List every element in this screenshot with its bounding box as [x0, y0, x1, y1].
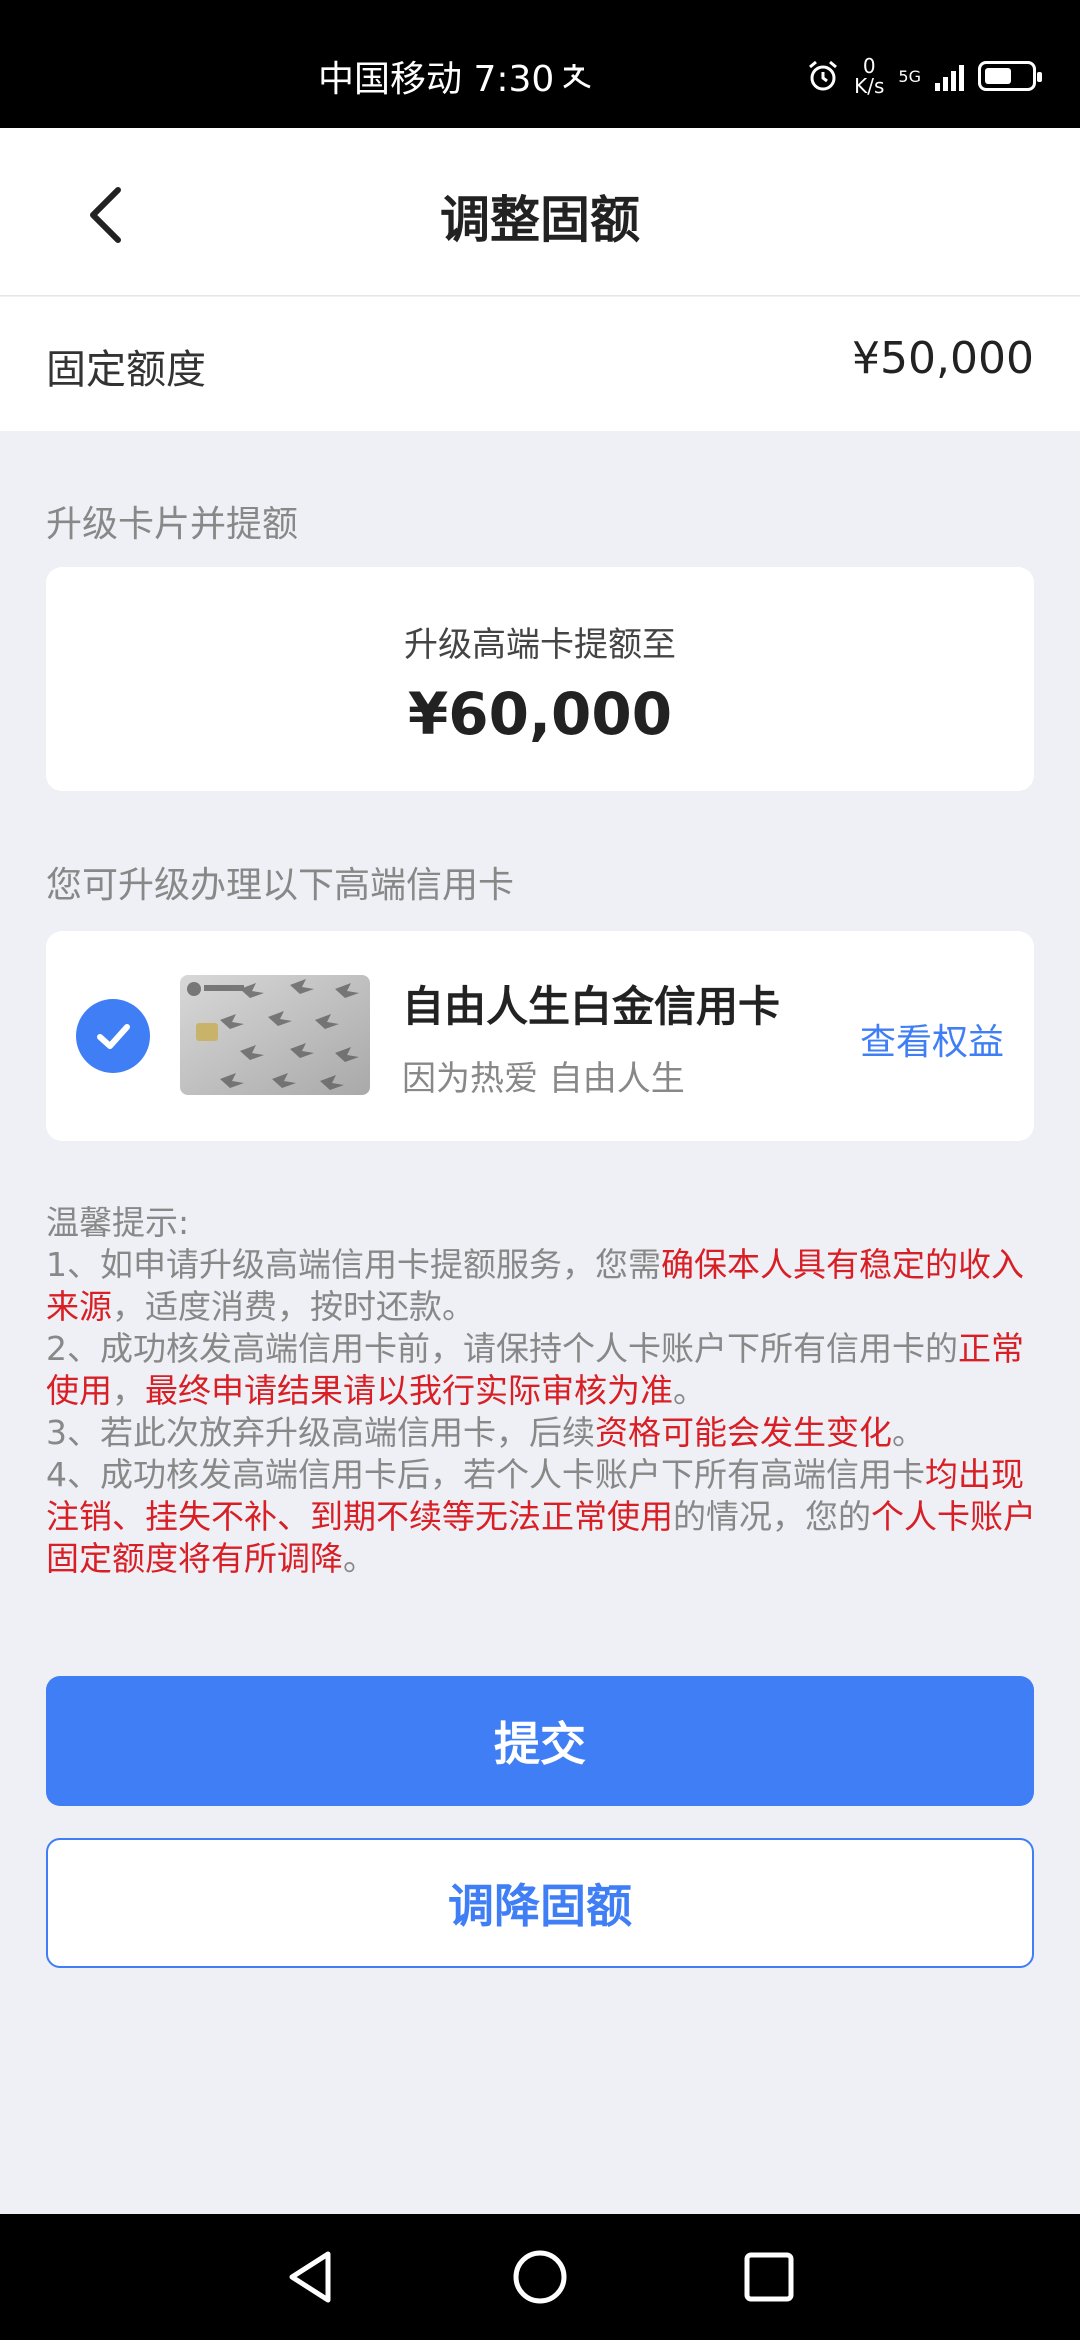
tip-item-4: 4、成功核发高端信用卡后，若个人卡账户下所有高端信用卡均出现注销、挂失不补、到期… [46, 1454, 1036, 1580]
net-speed: 0 K/s [854, 56, 884, 96]
credit-card-option[interactable]: 自由人生白金信用卡 因为热爱 自由人生 查看权益 [46, 931, 1034, 1141]
card-slogan: 因为热爱 自由人生 [402, 1059, 685, 1099]
check-icon[interactable] [76, 999, 150, 1073]
tip-4-text-e: 。 [343, 1539, 376, 1578]
tip-item-2: 2、成功核发高端信用卡前，请保持个人卡账户下所有信用卡的正常使用，最终申请结果请… [46, 1328, 1036, 1412]
tip-3-text-a: 3、若此次放弃升级高端信用卡，后续 [46, 1413, 595, 1452]
card-name: 自由人生白金信用卡 [402, 982, 781, 1031]
nav-home-icon[interactable] [507, 2244, 573, 2310]
view-benefits-link[interactable]: 查看权益 [860, 1013, 1004, 1065]
tip-4-text-c: 的情况，您的 [673, 1497, 871, 1536]
tips-section: 温馨提示: 1、如申请升级高端信用卡提额服务，您需确保本人具有稳定的收入来源，适… [46, 1202, 1036, 1580]
tip-3-highlight: 资格可能会发生变化 [595, 1413, 892, 1452]
lang-icon [563, 64, 591, 89]
net-speed-unit: K/s [854, 74, 885, 98]
status-bar: 中国移动 7:30 0 K/s 5G [0, 0, 1080, 128]
system-nav-bar [0, 2214, 1080, 2340]
tips-title: 温馨提示: [46, 1203, 190, 1242]
tip-2-text-c: ， [112, 1371, 145, 1410]
alarm-icon [809, 60, 838, 91]
tip-2-text-a: 2、成功核发高端信用卡前，请保持个人卡账户下所有信用卡的 [46, 1329, 958, 1368]
tip-item-3: 3、若此次放弃升级高端信用卡，后续资格可能会发生变化。 [46, 1412, 1036, 1454]
fixed-limit-row: 固定额度 ¥50,000 [0, 297, 1080, 431]
battery-icon [978, 61, 1042, 91]
card-image [180, 975, 370, 1095]
nav-recents-icon[interactable] [736, 2244, 802, 2310]
upgrade-subtitle: 升级高端卡提额至 [404, 625, 676, 665]
upgrade-section-label: 升级卡片并提额 [46, 504, 299, 545]
tip-1-text-c: ，适度消费，按时还款。 [112, 1287, 475, 1326]
upgrade-limit-card: 升级高端卡提额至 ¥60,000 [46, 567, 1034, 791]
nav-back-icon[interactable] [278, 2244, 344, 2310]
tip-3-text-c: 。 [892, 1413, 925, 1452]
status-icons: 0 K/s 5G [806, 56, 1042, 96]
checkmark-icon [97, 1024, 130, 1049]
tip-2-highlight-2: 最终申请结果请以我行实际审核为准 [145, 1371, 673, 1410]
cards-section-label: 您可升级办理以下高端信用卡 [46, 865, 515, 906]
signal-icon [935, 61, 964, 91]
tip-1-text-a: 1、如申请升级高端信用卡提额服务，您需 [46, 1245, 661, 1284]
carrier-time: 中国移动 7:30 [318, 50, 594, 102]
tip-2-text-e: 。 [673, 1371, 706, 1410]
lower-limit-button[interactable]: 调降固额 [46, 1838, 1034, 1968]
carrier-time-text: 中国移动 7:30 [318, 59, 555, 100]
submit-button[interactable]: 提交 [46, 1676, 1034, 1806]
fixed-limit-value: ¥50,000 [852, 333, 1034, 384]
tip-4-text-a: 4、成功核发高端信用卡后，若个人卡账户下所有高端信用卡 [46, 1455, 925, 1494]
tip-item-1: 1、如申请升级高端信用卡提额服务，您需确保本人具有稳定的收入来源，适度消费，按时… [46, 1244, 1036, 1328]
upgrade-amount: ¥60,000 [407, 680, 673, 748]
fixed-limit-label: 固定额度 [46, 347, 206, 393]
network-type: 5G [898, 66, 921, 86]
page-title: 调整固额 [440, 191, 640, 249]
net-speed-value: 0 [862, 54, 876, 78]
card-art-icon [180, 975, 370, 1095]
header: 调整固额 [0, 128, 1080, 296]
